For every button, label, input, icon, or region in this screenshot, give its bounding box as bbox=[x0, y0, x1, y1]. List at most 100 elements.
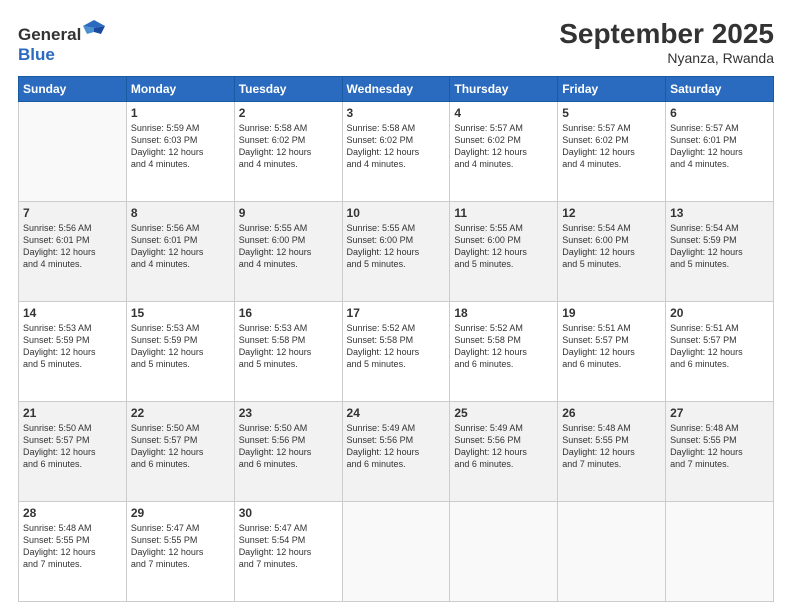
col-saturday: Saturday bbox=[666, 77, 774, 102]
table-row: 10 Sunrise: 5:55 AM Sunset: 6:00 PM Dayli… bbox=[342, 202, 450, 302]
calendar-header-row: Sunday Monday Tuesday Wednesday Thursday… bbox=[19, 77, 774, 102]
day-number: 22 bbox=[131, 406, 230, 420]
day-info: Sunrise: 5:56 AM Sunset: 6:01 PM Dayligh… bbox=[131, 222, 230, 271]
calendar-week-row: 7 Sunrise: 5:56 AM Sunset: 6:01 PM Daylig… bbox=[19, 202, 774, 302]
day-info: Sunrise: 5:57 AM Sunset: 6:02 PM Dayligh… bbox=[454, 122, 553, 171]
day-number: 19 bbox=[562, 306, 661, 320]
page-subtitle: Nyanza, Rwanda bbox=[559, 50, 774, 66]
table-row: 4 Sunrise: 5:57 AM Sunset: 6:02 PM Daylig… bbox=[450, 102, 558, 202]
day-info: Sunrise: 5:52 AM Sunset: 5:58 PM Dayligh… bbox=[454, 322, 553, 371]
day-info: Sunrise: 5:51 AM Sunset: 5:57 PM Dayligh… bbox=[670, 322, 769, 371]
table-row: 24Sunrise: 5:49 AM Sunset: 5:56 PM Dayli… bbox=[342, 402, 450, 502]
col-friday: Friday bbox=[558, 77, 666, 102]
table-row: 16Sunrise: 5:53 AM Sunset: 5:58 PM Dayli… bbox=[234, 302, 342, 402]
table-row: 5 Sunrise: 5:57 AM Sunset: 6:02 PM Daylig… bbox=[558, 102, 666, 202]
day-info: Sunrise: 5:47 AM Sunset: 5:54 PM Dayligh… bbox=[239, 522, 338, 571]
table-row: 18 Sunrise: 5:52 AM Sunset: 5:58 PM Dayli… bbox=[450, 302, 558, 402]
day-info: Sunrise: 5:55 AM Sunset: 6:00 PM Dayligh… bbox=[454, 222, 553, 271]
table-row: 15 Sunrise: 5:53 AM Sunset: 5:59 PM Dayli… bbox=[126, 302, 234, 402]
day-number: 20 bbox=[670, 306, 769, 320]
table-row bbox=[666, 502, 774, 602]
day-number: 18 bbox=[454, 306, 553, 320]
day-info: Sunrise: 5:58 AM Sunset: 6:02 PM Dayligh… bbox=[239, 122, 338, 171]
table-row: 25 Sunrise: 5:49 AM Sunset: 5:56 PM Dayli… bbox=[450, 402, 558, 502]
day-number: 3 bbox=[347, 106, 446, 120]
day-info: Sunrise: 5:57 AM Sunset: 6:01 PM Dayligh… bbox=[670, 122, 769, 171]
table-row: 17Sunrise: 5:52 AM Sunset: 5:58 PM Dayli… bbox=[342, 302, 450, 402]
logo-general: General bbox=[18, 25, 81, 44]
day-info: Sunrise: 5:57 AM Sunset: 6:02 PM Dayligh… bbox=[562, 122, 661, 171]
col-thursday: Thursday bbox=[450, 77, 558, 102]
table-row: 20 Sunrise: 5:51 AM Sunset: 5:57 PM Dayli… bbox=[666, 302, 774, 402]
day-number: 25 bbox=[454, 406, 553, 420]
day-number: 30 bbox=[239, 506, 338, 520]
table-row bbox=[19, 102, 127, 202]
day-info: Sunrise: 5:49 AM Sunset: 5:56 PM Dayligh… bbox=[347, 422, 446, 471]
logo: General Blue bbox=[18, 18, 105, 65]
day-number: 13 bbox=[670, 206, 769, 220]
col-monday: Monday bbox=[126, 77, 234, 102]
day-info: Sunrise: 5:54 AM Sunset: 6:00 PM Dayligh… bbox=[562, 222, 661, 271]
table-row: 29Sunrise: 5:47 AM Sunset: 5:55 PM Dayli… bbox=[126, 502, 234, 602]
table-row: 9 Sunrise: 5:55 AM Sunset: 6:00 PM Daylig… bbox=[234, 202, 342, 302]
day-number: 11 bbox=[454, 206, 553, 220]
day-info: Sunrise: 5:55 AM Sunset: 6:00 PM Dayligh… bbox=[347, 222, 446, 271]
table-row: 3 Sunrise: 5:58 AM Sunset: 6:02 PM Daylig… bbox=[342, 102, 450, 202]
table-row: 21 Sunrise: 5:50 AM Sunset: 5:57 PM Dayli… bbox=[19, 402, 127, 502]
day-info: Sunrise: 5:49 AM Sunset: 5:56 PM Dayligh… bbox=[454, 422, 553, 471]
day-number: 1 bbox=[131, 106, 230, 120]
day-info: Sunrise: 5:52 AM Sunset: 5:58 PM Dayligh… bbox=[347, 322, 446, 371]
day-info: Sunrise: 5:48 AM Sunset: 5:55 PM Dayligh… bbox=[670, 422, 769, 471]
table-row: 11 Sunrise: 5:55 AM Sunset: 6:00 PM Dayli… bbox=[450, 202, 558, 302]
day-number: 14 bbox=[23, 306, 122, 320]
day-number: 2 bbox=[239, 106, 338, 120]
day-number: 7 bbox=[23, 206, 122, 220]
day-info: Sunrise: 5:53 AM Sunset: 5:59 PM Dayligh… bbox=[131, 322, 230, 371]
day-number: 6 bbox=[670, 106, 769, 120]
page: General Blue September 2025 Nyanza, Rwan… bbox=[0, 0, 792, 612]
day-number: 28 bbox=[23, 506, 122, 520]
table-row: 28 Sunrise: 5:48 AM Sunset: 5:55 PM Dayli… bbox=[19, 502, 127, 602]
day-number: 21 bbox=[23, 406, 122, 420]
calendar-week-row: 14 Sunrise: 5:53 AM Sunset: 5:59 PM Dayli… bbox=[19, 302, 774, 402]
col-sunday: Sunday bbox=[19, 77, 127, 102]
day-info: Sunrise: 5:56 AM Sunset: 6:01 PM Dayligh… bbox=[23, 222, 122, 271]
col-wednesday: Wednesday bbox=[342, 77, 450, 102]
calendar-table: Sunday Monday Tuesday Wednesday Thursday… bbox=[18, 76, 774, 602]
day-number: 26 bbox=[562, 406, 661, 420]
day-info: Sunrise: 5:50 AM Sunset: 5:57 PM Dayligh… bbox=[131, 422, 230, 471]
table-row: 6 Sunrise: 5:57 AM Sunset: 6:01 PM Daylig… bbox=[666, 102, 774, 202]
day-info: Sunrise: 5:59 AM Sunset: 6:03 PM Dayligh… bbox=[131, 122, 230, 171]
day-info: Sunrise: 5:48 AM Sunset: 5:55 PM Dayligh… bbox=[23, 522, 122, 571]
table-row: 13 Sunrise: 5:54 AM Sunset: 5:59 PM Dayli… bbox=[666, 202, 774, 302]
table-row: 23Sunrise: 5:50 AM Sunset: 5:56 PM Dayli… bbox=[234, 402, 342, 502]
table-row: 2 Sunrise: 5:58 AM Sunset: 6:02 PM Daylig… bbox=[234, 102, 342, 202]
day-number: 10 bbox=[347, 206, 446, 220]
day-info: Sunrise: 5:58 AM Sunset: 6:02 PM Dayligh… bbox=[347, 122, 446, 171]
day-info: Sunrise: 5:47 AM Sunset: 5:55 PM Dayligh… bbox=[131, 522, 230, 571]
day-info: Sunrise: 5:55 AM Sunset: 6:00 PM Dayligh… bbox=[239, 222, 338, 271]
day-number: 15 bbox=[131, 306, 230, 320]
table-row: 8 Sunrise: 5:56 AM Sunset: 6:01 PM Daylig… bbox=[126, 202, 234, 302]
day-info: Sunrise: 5:50 AM Sunset: 5:57 PM Dayligh… bbox=[23, 422, 122, 471]
day-info: Sunrise: 5:48 AM Sunset: 5:55 PM Dayligh… bbox=[562, 422, 661, 471]
day-number: 12 bbox=[562, 206, 661, 220]
day-number: 5 bbox=[562, 106, 661, 120]
day-number: 4 bbox=[454, 106, 553, 120]
day-info: Sunrise: 5:50 AM Sunset: 5:56 PM Dayligh… bbox=[239, 422, 338, 471]
day-number: 9 bbox=[239, 206, 338, 220]
logo-bird-icon bbox=[83, 18, 105, 40]
calendar-week-row: 1 Sunrise: 5:59 AM Sunset: 6:03 PM Daylig… bbox=[19, 102, 774, 202]
col-tuesday: Tuesday bbox=[234, 77, 342, 102]
table-row bbox=[342, 502, 450, 602]
table-row: 22 Sunrise: 5:50 AM Sunset: 5:57 PM Dayli… bbox=[126, 402, 234, 502]
day-number: 16 bbox=[239, 306, 338, 320]
day-info: Sunrise: 5:54 AM Sunset: 5:59 PM Dayligh… bbox=[670, 222, 769, 271]
table-row: 14Sunrise: 5:53 AM Sunset: 5:59 PM Dayli… bbox=[19, 302, 127, 402]
calendar-week-row: 21 Sunrise: 5:50 AM Sunset: 5:57 PM Dayli… bbox=[19, 402, 774, 502]
header: General Blue September 2025 Nyanza, Rwan… bbox=[18, 18, 774, 66]
table-row: 30 Sunrise: 5:47 AM Sunset: 5:54 PM Dayli… bbox=[234, 502, 342, 602]
day-number: 8 bbox=[131, 206, 230, 220]
table-row: 7 Sunrise: 5:56 AM Sunset: 6:01 PM Daylig… bbox=[19, 202, 127, 302]
logo-blue: Blue bbox=[18, 45, 55, 64]
